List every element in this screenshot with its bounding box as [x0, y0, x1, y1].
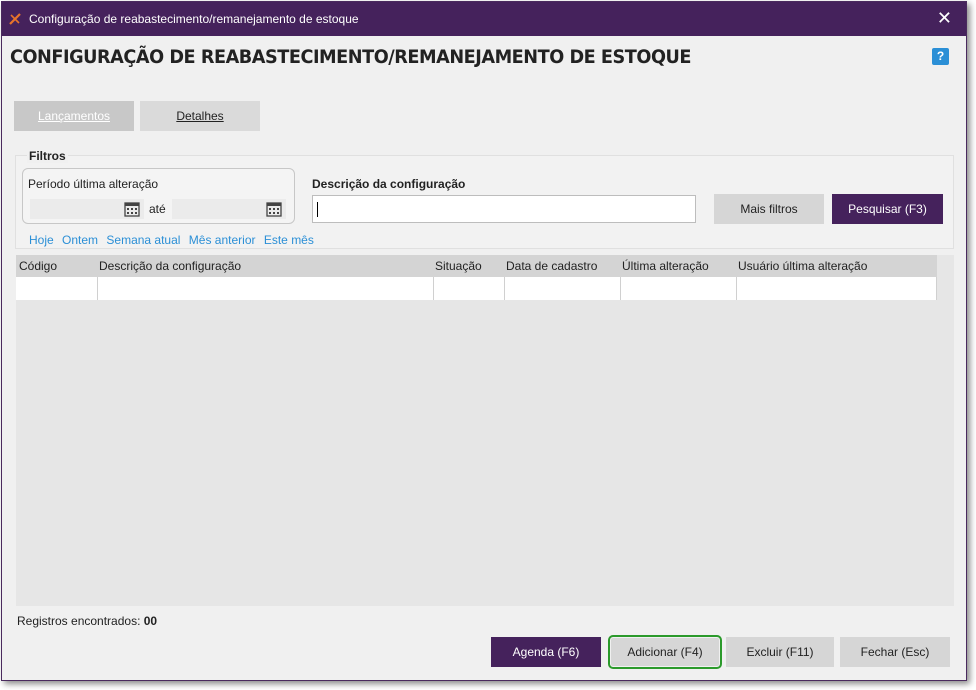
link-este-mes[interactable]: Este mês	[264, 233, 314, 247]
fechar-button[interactable]: Fechar (Esc)	[840, 637, 950, 667]
column-header-usuario-ultima-alteracao[interactable]: Usuário última alteração	[738, 259, 867, 273]
calendar-icon[interactable]	[124, 201, 140, 217]
agenda-button[interactable]: Agenda (F6)	[491, 637, 601, 667]
pesquisar-button[interactable]: Pesquisar (F3)	[832, 194, 943, 224]
column-header-codigo[interactable]: Código	[19, 259, 57, 273]
quick-date-links: Hoje Ontem Semana atual Mês anterior Est…	[29, 233, 319, 247]
results-grid: Código Descrição da configuração Situaçã…	[16, 255, 954, 606]
column-header-ultima-alteracao[interactable]: Última alteração	[622, 259, 709, 273]
excluir-button[interactable]: Excluir (F11)	[726, 637, 834, 667]
period-label: Período última alteração	[28, 177, 159, 191]
text-caret	[317, 202, 318, 217]
help-icon[interactable]: ?	[932, 48, 949, 65]
window-title: Configuração de reabastecimento/remaneja…	[29, 12, 359, 26]
description-input[interactable]	[312, 195, 696, 223]
link-hoje[interactable]: Hoje	[29, 233, 54, 247]
column-header-descricao[interactable]: Descrição da configuração	[99, 259, 241, 273]
cell-divider	[97, 277, 98, 300]
cell-divider	[620, 277, 621, 300]
ate-label: até	[149, 202, 166, 216]
app-window: Configuração de reabastecimento/remaneja…	[1, 1, 967, 681]
records-label: Registros encontrados:	[17, 614, 141, 628]
column-header-situacao[interactable]: Situação	[435, 259, 482, 273]
records-value: 00	[143, 614, 158, 628]
app-logo-icon	[9, 13, 21, 25]
adicionar-button[interactable]: Adicionar (F4)	[608, 635, 722, 669]
cell-divider	[936, 277, 937, 300]
link-semana-atual[interactable]: Semana atual	[106, 233, 180, 247]
description-label: Descrição da configuração	[312, 177, 466, 191]
table-row[interactable]	[16, 277, 937, 300]
column-header-data-cadastro[interactable]: Data de cadastro	[506, 259, 597, 273]
title-bar: Configuração de reabastecimento/remaneja…	[2, 2, 966, 36]
mais-filtros-button[interactable]: Mais filtros	[714, 194, 824, 224]
records-count: Registros encontrados: 00	[17, 614, 157, 628]
page-title: CONFIGURAÇÃO DE REABASTECIMENTO/REMANEJA…	[10, 46, 692, 68]
cell-divider	[736, 277, 737, 300]
link-ontem[interactable]: Ontem	[62, 233, 98, 247]
link-mes-anterior[interactable]: Mês anterior	[189, 233, 256, 247]
calendar-icon[interactable]	[266, 201, 282, 217]
cell-divider	[504, 277, 505, 300]
tab-lancamentos[interactable]: Lançamentos	[14, 101, 134, 131]
cell-divider	[433, 277, 434, 300]
grid-header: Código Descrição da configuração Situaçã…	[16, 255, 937, 277]
close-icon[interactable]: ✕	[937, 8, 952, 28]
filters-label: Filtros	[27, 149, 68, 163]
tab-detalhes[interactable]: Detalhes	[140, 101, 260, 131]
